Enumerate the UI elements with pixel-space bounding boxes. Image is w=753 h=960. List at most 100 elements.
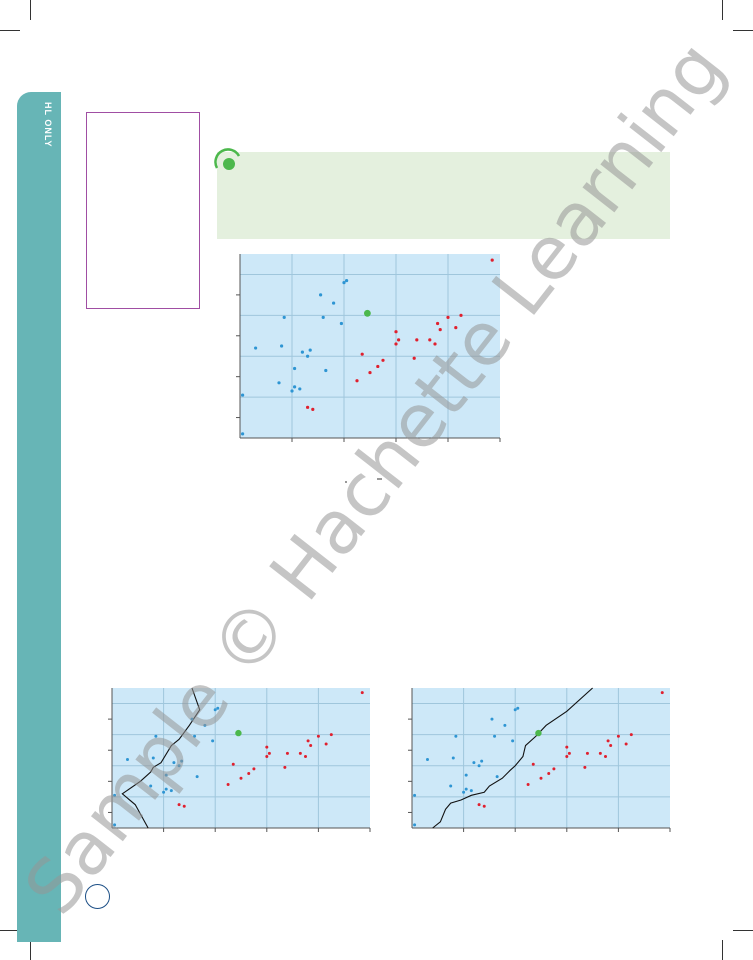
red-data-point [283, 765, 287, 769]
red-data-point [226, 782, 230, 786]
blue-data-point [213, 708, 217, 712]
red-data-point [394, 342, 398, 346]
red-data-point [624, 742, 628, 746]
blue-data-point [319, 293, 323, 297]
red-data-point [265, 754, 269, 758]
blue-data-point [277, 381, 281, 385]
blue-data-point [451, 756, 455, 760]
blue-data-point [293, 366, 297, 371]
blue-data-point [241, 393, 245, 397]
red-data-point [436, 321, 440, 326]
red-data-point [606, 739, 610, 743]
red-data-point [567, 751, 571, 755]
red-data-point [552, 767, 556, 771]
blue-data-point [241, 432, 245, 436]
red-data-point [539, 776, 543, 780]
red-data-point [531, 762, 535, 766]
blue-data-point [306, 354, 310, 358]
crop-mark [722, 940, 723, 960]
red-data-point [454, 326, 458, 330]
blue-data-point [480, 759, 484, 763]
blue-data-point [298, 387, 302, 391]
blue-data-point [113, 793, 117, 797]
blue-data-point [254, 346, 258, 350]
blue-data-point [125, 758, 129, 762]
red-data-point [477, 803, 481, 807]
red-data-point [565, 754, 569, 758]
red-data-point [285, 751, 289, 755]
red-data-point [265, 745, 269, 749]
red-data-point [311, 407, 315, 411]
red-data-point [360, 691, 364, 695]
red-data-point [446, 315, 450, 319]
blue-data-point [308, 348, 312, 352]
red-data-point [415, 338, 419, 342]
red-data-point [355, 379, 359, 383]
blue-data-point [413, 823, 417, 827]
margin-note-box [86, 112, 200, 309]
blue-data-point [216, 706, 220, 710]
green-data-point [235, 729, 242, 737]
red-data-point [298, 751, 302, 755]
red-data-point [616, 734, 620, 738]
blue-data-point [211, 739, 215, 743]
blue-data-point [193, 734, 197, 738]
blue-data-point [293, 385, 297, 389]
plot-background [412, 688, 670, 828]
red-data-point [177, 803, 181, 807]
blue-data-point [462, 790, 466, 794]
blue-data-point [495, 775, 499, 779]
red-data-point [394, 330, 398, 334]
red-data-point [316, 734, 320, 738]
red-data-point [397, 338, 401, 342]
red-data-point [428, 338, 432, 342]
blue-data-point [516, 706, 520, 710]
red-data-point [609, 744, 613, 748]
red-data-point [306, 739, 310, 743]
blue-data-point [513, 708, 517, 712]
blue-data-point [162, 790, 166, 794]
plot-background [240, 254, 500, 438]
red-data-point [376, 364, 380, 369]
red-data-point [598, 751, 602, 755]
blue-data-point [190, 717, 194, 721]
blue-data-point [177, 764, 181, 768]
red-data-point [304, 754, 307, 758]
plot-background [112, 688, 370, 828]
scatter-plot-boundary-right [408, 687, 671, 832]
red-data-point [309, 744, 313, 748]
blue-data-point [449, 784, 453, 788]
crop-mark [733, 930, 753, 931]
crop-mark [0, 30, 20, 31]
blue-data-point [164, 773, 168, 777]
small-mark [345, 478, 382, 483]
red-data-point [324, 742, 328, 746]
blue-data-point [413, 793, 417, 797]
blue-data-point [169, 789, 173, 793]
red-data-point [329, 733, 333, 737]
blue-data-point [164, 787, 168, 791]
red-data-point [660, 691, 664, 695]
red-data-point [583, 765, 587, 769]
red-data-point [490, 258, 494, 262]
blue-data-point [321, 315, 325, 319]
red-data-point [482, 804, 486, 808]
red-data-point [239, 776, 243, 780]
blue-data-point [345, 278, 349, 283]
blue-data-point [464, 773, 468, 777]
red-data-point [267, 751, 271, 755]
green-data-point [364, 309, 371, 317]
side-band [17, 92, 61, 942]
blue-data-point [493, 734, 497, 738]
blue-data-point [290, 389, 294, 393]
red-data-point [438, 328, 442, 332]
blue-data-point [282, 315, 286, 319]
red-data-point [381, 358, 385, 362]
green-circle-icon [214, 148, 241, 170]
red-data-point [526, 782, 530, 786]
red-data-point [547, 772, 551, 776]
blue-data-point [464, 787, 468, 791]
red-data-point [306, 405, 310, 409]
red-data-point [565, 745, 569, 749]
red-data-point [412, 356, 416, 360]
